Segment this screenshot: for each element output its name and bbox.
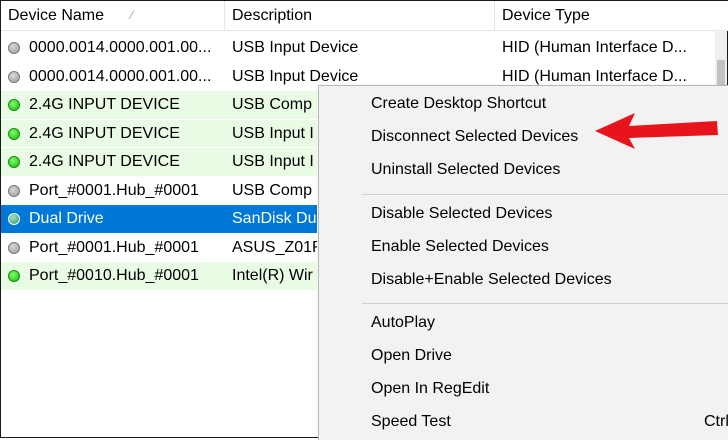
- status-connected-icon: [8, 156, 20, 168]
- device-description: USB Input I: [232, 153, 314, 170]
- column-header-description[interactable]: Description: [225, 1, 495, 30]
- device-name: 0000.0014.0000.001.00...: [29, 67, 212, 85]
- device-name: Port_#0001.Hub_#0001: [29, 181, 199, 199]
- device-type: HID (Human Interface D...: [502, 39, 687, 56]
- column-header-device-name-label: Device Name: [8, 7, 105, 24]
- device-description: USB Input I: [232, 124, 314, 142]
- menu-item-autoplay[interactable]: AutoPlay: [319, 306, 728, 339]
- menu-item-disable-selected-devices[interactable]: Disable Selected Devices: [319, 197, 728, 230]
- status-connected-icon: [8, 213, 20, 225]
- device-name: Dual Drive: [29, 210, 104, 227]
- annotation-arrow-icon: [595, 113, 718, 149]
- column-header-device-name[interactable]: Device Name ⁄: [1, 1, 225, 30]
- device-row[interactable]: 0000.0014.0000.001.00... USB Input Devic…: [1, 34, 717, 63]
- menu-item-label: Uninstall Selected Devices: [371, 161, 561, 178]
- menu-item-label: AutoPlay: [371, 314, 436, 331]
- device-description: ASUS_Z01R: [232, 238, 317, 256]
- menu-item-open-in-regedit[interactable]: Open In RegEdit: [319, 372, 728, 405]
- device-name: 0000.0014.0000.001.00...: [29, 39, 212, 56]
- menu-item-label: Open Drive: [371, 347, 452, 364]
- menu-item-speed-test[interactable]: Speed Test Ctrl: [319, 405, 728, 438]
- menu-item-label: Disable+Enable Selected Devices: [371, 271, 612, 288]
- device-description: USB Input Device: [232, 39, 359, 56]
- device-description: Intel(R) Wir: [232, 267, 313, 284]
- device-description: USB Comp: [232, 181, 313, 199]
- status-disconnected-icon: [8, 241, 20, 254]
- menu-item-label: Disable Selected Devices: [371, 205, 553, 222]
- menu-separator: [362, 194, 728, 195]
- column-header-device-type[interactable]: Device Type: [495, 1, 728, 30]
- column-header-device-type-label: Device Type: [502, 7, 590, 24]
- menu-item-enable-selected-devices[interactable]: Enable Selected Devices: [319, 230, 728, 263]
- status-connected-icon: [8, 127, 20, 140]
- status-disconnected-icon: [8, 42, 20, 54]
- device-name: Port_#0010.Hub_#0001: [29, 267, 199, 284]
- menu-item-open-drive[interactable]: Open Drive: [319, 339, 728, 372]
- status-disconnected-icon: [8, 184, 20, 197]
- device-name: 2.4G INPUT DEVICE: [29, 124, 180, 142]
- sort-indicator-icon: ⁄: [131, 8, 134, 22]
- menu-item-label: Disconnect Selected Devices: [371, 128, 579, 145]
- device-description: USB Comp: [232, 96, 313, 113]
- menu-separator: [362, 303, 728, 304]
- menu-item-disable-enable-selected-devices[interactable]: Disable+Enable Selected Devices: [319, 263, 728, 296]
- device-name: Port_#0001.Hub_#0001: [29, 238, 199, 256]
- device-description: SanDisk Du: [232, 210, 317, 227]
- status-connected-icon: [8, 99, 20, 111]
- menu-item-label: Create Desktop Shortcut: [371, 95, 547, 112]
- menu-item-label: Enable Selected Devices: [371, 238, 549, 255]
- device-name: 2.4G INPUT DEVICE: [29, 153, 180, 170]
- device-name: 2.4G INPUT DEVICE: [29, 96, 180, 113]
- menu-item-label: Speed Test: [371, 413, 451, 430]
- status-connected-icon: [8, 270, 20, 282]
- menu-item-label: Open In RegEdit: [371, 380, 490, 397]
- menu-item-uninstall-selected-devices[interactable]: Uninstall Selected Devices: [319, 153, 728, 186]
- menu-item-shortcut: Ctrl: [704, 413, 728, 430]
- column-header-description-label: Description: [232, 7, 313, 24]
- status-disconnected-icon: [8, 70, 20, 83]
- column-header-row: Device Name ⁄ Description Device Type: [1, 1, 728, 31]
